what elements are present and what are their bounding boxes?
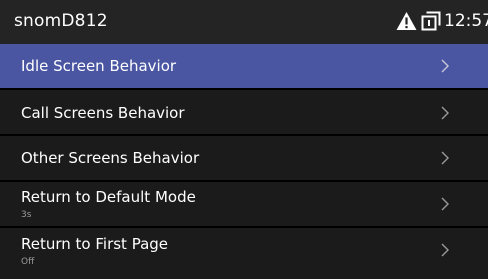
menu-item-return-to-default-mode[interactable]: Return to Default Mode 3s [0,182,488,226]
menu-item-idle-screen-behavior[interactable]: Idle Screen Behavior [0,44,488,88]
phone-screen: snomD812 12:57 Idle Screen Behavior Call… [0,0,488,279]
menu-item-label: Idle Screen Behavior [21,57,177,75]
chevron-right-icon [441,197,449,211]
status-bar: snomD812 12:57 [0,0,488,44]
menu-item-value: 3s [21,210,32,220]
menu-item-call-screens-behavior[interactable]: Call Screens Behavior [0,90,488,134]
menu-item-label: Return to Default Mode [21,188,196,206]
chevron-right-icon [441,106,449,120]
chevron-right-icon [441,59,449,73]
chevron-right-icon [441,243,449,257]
menu-item-other-screens-behavior[interactable]: Other Screens Behavior [0,136,488,180]
clock: 12:57 [444,11,488,31]
menu-item-label: Other Screens Behavior [21,149,200,167]
chevron-right-icon [441,151,449,165]
device-name: snomD812 [14,11,108,31]
menu-item-value: Off [21,257,35,267]
menu-item-label: Call Screens Behavior [21,104,185,122]
warning-icon [396,12,417,30]
menu-item-label: Return to First Page [21,235,169,253]
window-icon [421,11,441,31]
menu-item-return-to-first-page[interactable]: Return to First Page Off [0,228,488,272]
